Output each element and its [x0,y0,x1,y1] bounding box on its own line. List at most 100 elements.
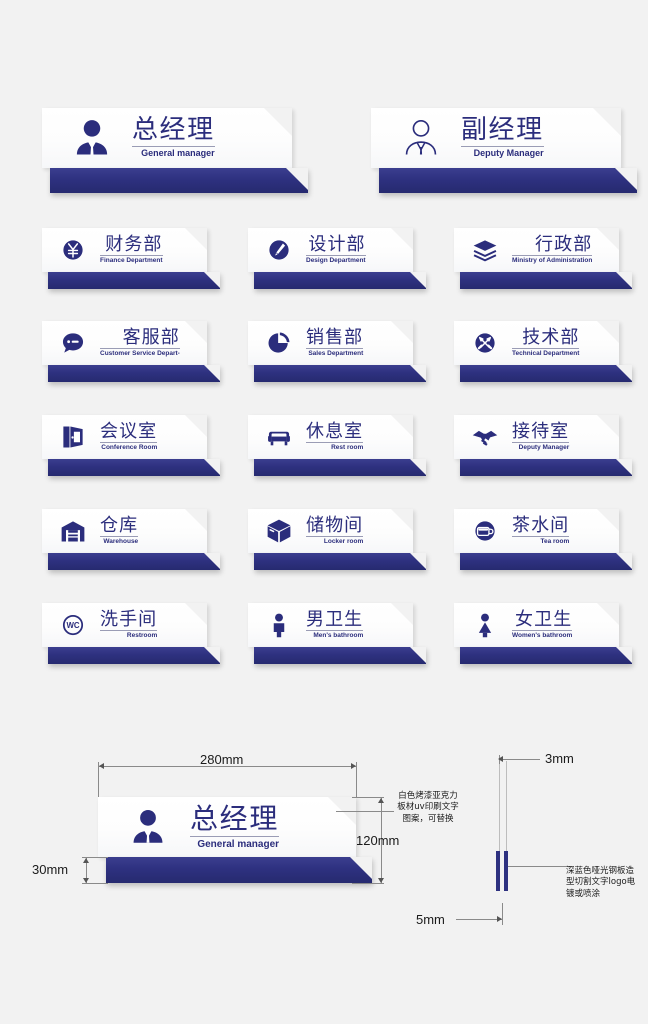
sign-content: 客服部 Customer Service Depart- [42,321,207,365]
sign-deputy-manager[interactable]: 副经理 Deputy Manager [371,108,637,193]
spec-sample-text: 总经理 General manager [190,802,280,850]
spec-sample-cn: 总经理 [190,802,280,836]
sign-content: 销售部 Sales Department [248,321,413,365]
sign-finance-department[interactable]: 财务部 Finance Department [42,228,220,289]
sign-rule [306,347,364,349]
sign-plate: 行政部 Ministry of Administration [454,228,619,272]
handshake-icon [464,423,506,451]
dim-height-arrow-bottom [378,878,384,883]
businessman-outline-icon [389,116,453,160]
sign-rule [306,629,364,631]
box-icon [258,517,300,545]
sign-title-cn: 销售部 [306,326,364,348]
sign-title-cn: 休息室 [306,420,364,442]
sign-title-cn: 接待室 [512,420,570,442]
dim-plate-thickness-line [502,759,540,760]
sign-conference-room[interactable]: 会议室 Conference Room [42,415,220,476]
sign-rule [100,535,139,537]
sign-mens-bathroom[interactable]: 男卫生 Men's bathroom [248,603,426,664]
sign-tea-room[interactable]: 茶水间 Tea room [454,509,632,570]
sign-ministry-of-administration[interactable]: 行政部 Ministry of Administration [454,228,632,289]
sign-text: 休息室 Rest room [306,420,364,452]
sign-technical-department[interactable]: 技术部 Technical Department [454,321,632,382]
sign-plate: 会议室 Conference Room [42,415,207,459]
sign-base-bar [460,272,632,289]
sign-womens-bathroom[interactable]: 女卫生 Women's bathroom [454,603,632,664]
sign-content: 副经理 Deputy Manager [371,108,621,168]
sign-subtitle-en: Women's bathroom [512,632,573,640]
sign-plate: 接待室 Deputy Manager [454,415,619,459]
sign-reception-room[interactable]: 接待室 Deputy Manager [454,415,632,476]
sign-rule [100,347,180,349]
sign-text: 茶水间 Tea room [512,516,570,546]
pie-chart-icon [258,329,300,357]
pen-circle-icon [258,236,300,264]
sign-text: 技术部 Technical Department [512,328,580,358]
cup-circle-icon [464,517,506,545]
sign-subtitle-en: Technical Department [512,350,580,358]
dim-plate-thickness-label: 3mm [545,751,574,766]
sign-text: 销售部 Sales Department [306,326,364,358]
sign-text: 男卫生 Men's bathroom [306,610,364,640]
sign-subtitle-en: Rest room [331,444,364,452]
sign-base-bar [254,553,426,570]
sign-plate: 副经理 Deputy Manager [371,108,621,168]
sign-base-bar [48,272,220,289]
sign-text: 财务部 Finance Department [100,235,163,265]
sign-title-cn: 女卫生 [515,608,573,630]
sign-base-bar [254,272,426,289]
plate-material-note: 白色烤漆亚克力板材uv印刷文字图案，可替换 [397,791,459,824]
sign-plate: 总经理 General manager [42,108,292,168]
sign-base-bar [460,647,632,664]
sign-rule [461,146,544,148]
sign-warehouse[interactable]: 仓库 Warehouse [42,509,220,570]
sign-rule [100,441,158,443]
sign-design-department[interactable]: 设计部 Design Department [248,228,426,289]
tools-circle-icon [464,329,506,357]
sign-plate: 储物间 Locker room [248,509,413,553]
businessman-solid-icon [116,806,180,848]
sign-sales-department[interactable]: 销售部 Sales Department [248,321,426,382]
sign-subtitle-en: Warehouse [103,538,139,546]
plate-note-leader [336,811,394,812]
sign-base-bar [460,365,632,382]
spec-sample-base [106,857,372,883]
sign-plate: 销售部 Sales Department [248,321,413,365]
sign-title-cn: 洗手间 [100,608,158,630]
sign-content: 男卫生 Men's bathroom [248,603,413,647]
sign-customer-service-department[interactable]: 客服部 Customer Service Depart- [42,321,220,382]
sign-rule [306,441,364,443]
sign-restroom[interactable]: WC 洗手间 Restroom [42,603,220,664]
sign-rule [306,535,364,537]
sign-rest-room[interactable]: 休息室 Rest room [248,415,426,476]
sign-base-bar [254,459,426,476]
sign-title-cn: 客服部 [122,326,180,348]
sign-content: 总经理 General manager [42,108,292,168]
sign-plate: 休息室 Rest room [248,415,413,459]
sign-text: 会议室 Conference Room [100,420,158,452]
sign-subtitle-en: Ministry of Administration [512,257,593,265]
sign-title-cn: 储物间 [306,514,364,536]
sign-title-cn: 会议室 [100,420,158,442]
sign-text: 女卫生 Women's bathroom [512,608,573,640]
sign-subtitle-en: Conference Room [101,444,158,452]
sign-content: 仓库 Warehouse [42,509,207,553]
dim-base-thickness-line [456,919,502,920]
sign-locker-room[interactable]: 储物间 Locker room [248,509,426,570]
sign-plate: 设计部 Design Department [248,228,413,272]
edge-base-left-bar [496,851,500,891]
sign-content: 储物间 Locker room [248,509,413,553]
sign-general-manager[interactable]: 总经理 General manager [42,108,308,193]
sign-text: 设计部 Design Department [306,235,366,265]
sign-text: 仓库 Warehouse [100,516,139,546]
sign-base-bar [254,647,426,664]
sign-title-cn: 副经理 [461,114,544,145]
dim-plate-thickness-arrow [498,756,503,762]
sign-base-bar [460,553,632,570]
dim-width-label: 280mm [200,752,244,767]
sign-text: 总经理 General manager [132,116,215,159]
sign-text: 行政部 Ministry of Administration [512,235,593,265]
sign-content: 女卫生 Women's bathroom [454,603,619,647]
sign-content: 会议室 Conference Room [42,415,207,459]
door-icon [52,423,94,451]
